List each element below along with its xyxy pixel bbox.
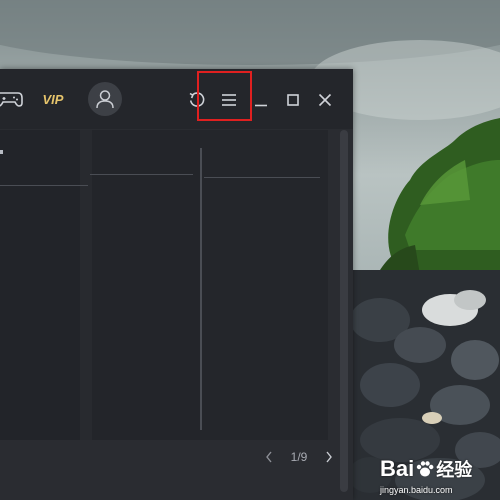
menu-icon bbox=[222, 94, 236, 106]
content-area bbox=[0, 130, 328, 440]
watermark: Bai 经验 jingyan.baidu.com bbox=[380, 455, 498, 497]
divider bbox=[0, 185, 88, 186]
chevron-left-icon bbox=[266, 451, 272, 463]
gamepad-button[interactable] bbox=[0, 87, 24, 111]
title-bar: VIP bbox=[0, 69, 353, 129]
minimize-button[interactable] bbox=[252, 90, 270, 110]
pagination: 1/9 bbox=[262, 447, 336, 467]
page-indicator: 1/9 bbox=[291, 450, 308, 464]
divider bbox=[204, 177, 320, 178]
paw-icon bbox=[417, 461, 434, 477]
minimize-icon bbox=[255, 104, 267, 107]
user-icon bbox=[96, 90, 114, 109]
watermark-brand-suffix: 经验 bbox=[436, 460, 473, 480]
watermark-brand: Bai bbox=[380, 456, 415, 481]
total-pages: 9 bbox=[300, 450, 308, 464]
menu-button[interactable] bbox=[219, 90, 239, 110]
close-button[interactable] bbox=[315, 90, 335, 110]
next-page-button[interactable] bbox=[322, 450, 336, 464]
prev-page-button[interactable] bbox=[262, 450, 276, 464]
content-column bbox=[0, 130, 80, 440]
refresh-icon bbox=[189, 92, 205, 107]
maximize-button[interactable] bbox=[284, 90, 302, 110]
watermark-logo: Bai 经验 bbox=[380, 455, 472, 483]
marker bbox=[0, 150, 3, 154]
refresh-button[interactable] bbox=[187, 90, 207, 110]
divider bbox=[90, 174, 193, 175]
app-window: VIP 1/9 bbox=[0, 69, 353, 500]
content-column bbox=[92, 130, 200, 440]
gamepad-icon bbox=[0, 92, 23, 107]
close-icon bbox=[318, 93, 332, 107]
scrollbar[interactable] bbox=[340, 130, 348, 492]
watermark-url: jingyan.baidu.com bbox=[380, 485, 453, 495]
chevron-right-icon bbox=[326, 451, 332, 463]
maximize-icon bbox=[287, 94, 299, 106]
vip-badge[interactable]: VIP bbox=[38, 89, 68, 109]
avatar-button[interactable] bbox=[88, 82, 122, 116]
content-column bbox=[80, 130, 92, 440]
divider bbox=[200, 148, 202, 430]
